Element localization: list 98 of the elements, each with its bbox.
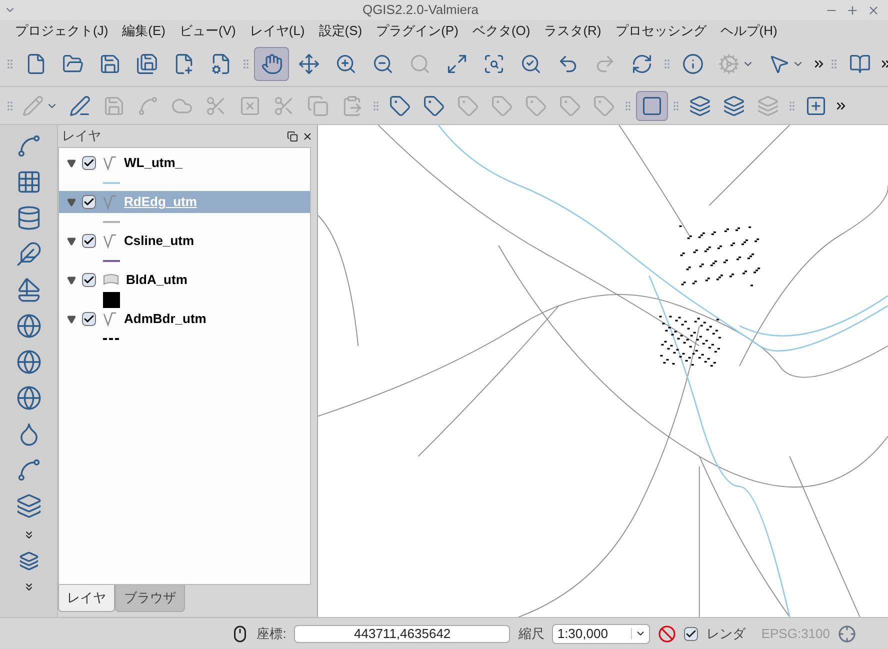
layer-name: Csline_utm	[124, 232, 194, 250]
scissors-icon	[273, 94, 295, 116]
sail-icon[interactable]	[16, 277, 42, 303]
magnifier-check-icon	[520, 53, 542, 75]
dark-square-icon	[641, 94, 663, 116]
gear-icon	[718, 53, 740, 75]
float-panel-icon[interactable]	[287, 130, 298, 142]
label-tag-icon	[593, 94, 615, 116]
layers-icon	[689, 94, 711, 116]
refresh-icon	[630, 53, 652, 75]
layer-checkbox[interactable]	[82, 273, 96, 287]
menu-item[interactable]: 設定(S)	[312, 21, 370, 41]
menu-item[interactable]: ベクタ(O)	[465, 21, 538, 41]
feather-icon[interactable]	[16, 241, 42, 267]
layer-row[interactable]: AdmBdr_utm	[59, 308, 310, 330]
window-title: QGIS2.2.0-Valmiera	[361, 1, 480, 20]
projection-icon[interactable]	[838, 624, 856, 642]
menu-item[interactable]: 編集(E)	[115, 21, 173, 41]
move-arrows-icon	[298, 53, 320, 75]
line-layer-icon	[102, 155, 118, 171]
expand-arrows-icon	[446, 53, 468, 75]
info-icon	[682, 53, 704, 75]
vector-plus-icon[interactable]	[16, 133, 42, 159]
magnifier-frame-icon	[482, 53, 504, 75]
line-layer-icon	[102, 194, 118, 210]
stop-render-icon[interactable]	[658, 624, 676, 642]
polygon-layer-icon	[102, 273, 120, 287]
line-layer-icon	[102, 311, 118, 327]
menu-item[interactable]: ヘルプ(H)	[713, 21, 784, 41]
layer-row[interactable]: Csline_utm	[59, 230, 310, 252]
line-layer-icon	[102, 233, 118, 249]
globe-icon[interactable]	[16, 349, 42, 375]
expand-arrow-icon[interactable]	[67, 198, 76, 206]
toolbar-button[interactable]	[254, 47, 289, 81]
zoom-in-icon	[334, 53, 356, 75]
label-tag-icon	[389, 94, 411, 116]
panel-tab[interactable]: レイヤ	[58, 585, 115, 612]
menu-item[interactable]: プロセッシング	[608, 21, 714, 41]
layer-name: RdEdg_utm	[124, 193, 197, 212]
layer-row[interactable]: WL_utm_	[59, 152, 310, 174]
globe-icon[interactable]	[16, 385, 42, 411]
expand-arrow-icon[interactable]	[67, 276, 76, 284]
expand-arrow-icon[interactable]	[67, 158, 76, 168]
layer-row[interactable]: BldA_utm	[59, 269, 310, 291]
pointer-icon	[768, 53, 790, 75]
layers-icon[interactable]	[18, 551, 38, 571]
layers-icon[interactable]	[16, 493, 42, 519]
close-icon[interactable]	[302, 130, 313, 142]
render-checkbox[interactable]	[684, 626, 698, 640]
label-tag-icon	[491, 94, 513, 116]
nodes-icon	[137, 94, 159, 116]
scale-combobox[interactable]: 1:30,000	[552, 624, 650, 644]
pen-icon	[69, 94, 91, 116]
panel-tab[interactable]: ブラウザ	[115, 585, 185, 612]
layer-checkbox[interactable]	[82, 195, 96, 209]
layer-checkbox[interactable]	[82, 312, 96, 326]
expand-arrow-icon[interactable]	[67, 314, 76, 324]
file-gear-icon	[210, 53, 232, 75]
layer-name: BldA_utm	[126, 271, 188, 290]
delete-square-icon	[239, 94, 261, 116]
coordinate-label: 座標:	[256, 624, 286, 643]
floppy-disks-icon	[136, 53, 158, 75]
hand-icon	[260, 53, 282, 75]
menu-item[interactable]: プラグイン(P)	[369, 21, 466, 41]
layer-checkbox[interactable]	[82, 234, 96, 248]
menu-item[interactable]: プロジェクト(J)	[8, 21, 116, 41]
layer-name: WL_utm_	[124, 154, 182, 172]
layer-checkbox[interactable]	[82, 156, 96, 170]
panel-title: レイヤ	[62, 127, 102, 146]
scale-label: 縮尺	[518, 624, 544, 643]
magnifier-icon	[408, 53, 430, 75]
copy-icon	[307, 94, 329, 116]
paste-icon	[341, 94, 363, 116]
label-tag-icon	[423, 94, 445, 116]
render-label: レンダ	[706, 624, 746, 643]
menu-item[interactable]: ラスタ(R)	[537, 21, 608, 41]
folder-icon	[62, 53, 84, 75]
scissors-icon	[205, 94, 227, 116]
globe-icon[interactable]	[16, 313, 42, 339]
plus-square-icon	[805, 94, 827, 116]
layers-icon	[723, 94, 745, 116]
layers-icon	[757, 94, 779, 116]
help-book-icon	[848, 53, 870, 75]
vector-star-icon[interactable]	[16, 457, 42, 483]
expand-arrow-icon[interactable]	[67, 236, 76, 246]
label-tag-icon	[457, 94, 479, 116]
database-icon[interactable]	[16, 205, 42, 231]
raster-grid-icon[interactable]	[16, 169, 42, 195]
layer-name: AdmBdr_utm	[124, 310, 206, 328]
menu-item[interactable]: レイヤ(L)	[242, 21, 312, 41]
menu-item[interactable]: ビュー(V)	[172, 21, 243, 41]
pencil-icon	[22, 94, 44, 116]
zoom-out-icon	[372, 53, 394, 75]
toolbar-button[interactable]	[636, 90, 668, 120]
coordinate-field[interactable]: 443711,4635642	[294, 624, 510, 642]
label-tag-icon	[559, 94, 581, 116]
maximize-icon[interactable]	[846, 4, 859, 16]
label-tag-icon	[525, 94, 547, 116]
